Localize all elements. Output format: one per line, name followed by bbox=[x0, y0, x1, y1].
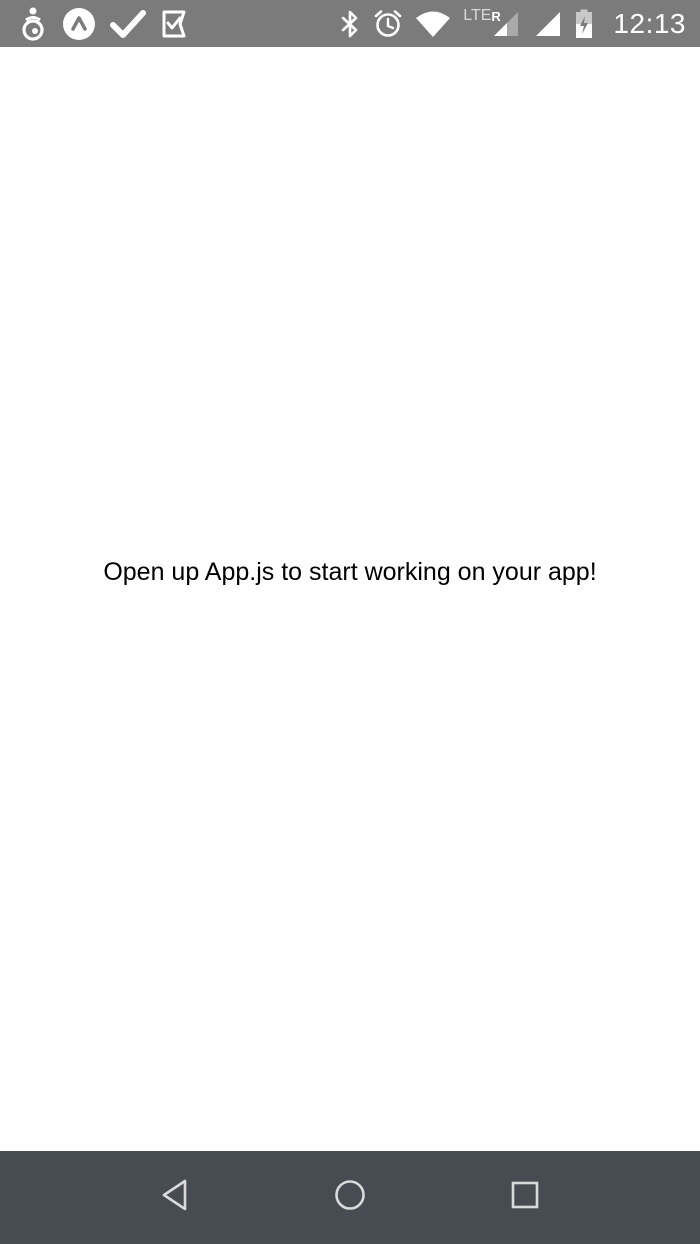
navigation-bar bbox=[0, 1151, 700, 1244]
cell-signal-roaming-icon: LTE R bbox=[463, 6, 521, 39]
system-icons: LTE R 12:13 bbox=[339, 0, 686, 47]
wifi-icon bbox=[415, 10, 451, 38]
recents-button[interactable] bbox=[475, 1151, 575, 1244]
check-flag-icon bbox=[160, 9, 188, 39]
alarm-icon bbox=[373, 9, 403, 39]
recents-icon bbox=[510, 1180, 540, 1215]
cell-signal-icon bbox=[533, 9, 563, 39]
network-type-label: LTE bbox=[463, 6, 492, 24]
notification-icons bbox=[18, 0, 188, 47]
back-button[interactable] bbox=[125, 1151, 225, 1244]
welcome-message: Open up App.js to start working on your … bbox=[103, 558, 597, 586]
home-icon bbox=[333, 1178, 367, 1217]
check-icon bbox=[110, 9, 146, 39]
back-icon bbox=[160, 1178, 190, 1217]
home-button[interactable] bbox=[300, 1151, 400, 1244]
arrow-up-circle-icon bbox=[62, 7, 96, 41]
app-content: Open up App.js to start working on your … bbox=[0, 47, 700, 1151]
roaming-indicator: R bbox=[491, 8, 501, 24]
bluetooth-icon bbox=[339, 9, 361, 39]
battery-icon bbox=[575, 9, 593, 39]
clock: 12:13 bbox=[613, 7, 686, 39]
roaming-signal: R bbox=[491, 9, 521, 39]
expo-icon bbox=[18, 6, 48, 42]
status-bar: LTE R 12:13 bbox=[0, 0, 700, 47]
